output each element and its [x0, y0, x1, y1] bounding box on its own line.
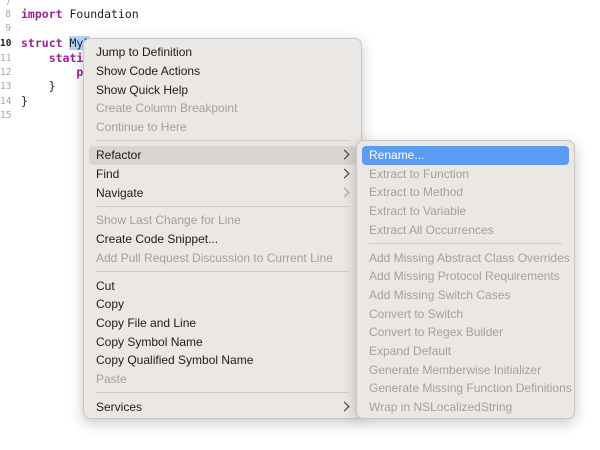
menu-item-navigate[interactable]: Navigate [89, 184, 356, 203]
menu-item-copy-symbol-name[interactable]: Copy Symbol Name [89, 333, 356, 352]
code-text: pr [21, 65, 90, 79]
submenu-item-expand-default[interactable]: Expand Default [362, 342, 569, 361]
menu-item-find[interactable]: Find [89, 165, 356, 184]
submenu-item-rename[interactable]: Rename... [362, 146, 569, 165]
menu-item-show-last-change[interactable]: Show Last Change for Line [89, 211, 356, 230]
menu-separator [369, 243, 562, 244]
submenu-item-add-missing-switch[interactable]: Add Missing Switch Cases [362, 286, 569, 305]
submenu-item-extract-to-variable[interactable]: Extract to Variable [362, 202, 569, 221]
menu-item-create-column-breakpoint[interactable]: Create Column Breakpoint [89, 99, 356, 118]
menu-item-cut[interactable]: Cut [89, 277, 356, 296]
menu-separator [96, 392, 349, 393]
menu-item-create-code-snippet[interactable]: Create Code Snippet... [89, 230, 356, 249]
menu-item-copy-file-and-line[interactable]: Copy File and Line [89, 314, 356, 333]
code-text: } [21, 79, 56, 93]
line-number: 14 [0, 96, 12, 107]
submenu-item-wrap-in-nslocalized[interactable]: Wrap in NSLocalizedString [362, 398, 569, 417]
menu-separator [96, 271, 349, 272]
menu-separator [96, 206, 349, 207]
submenu-item-generate-missing-functions[interactable]: Generate Missing Function Definitions [362, 379, 572, 398]
chevron-right-icon [339, 149, 350, 160]
code-text: struct MyF [21, 36, 91, 50]
menu-item-jump-to-definition[interactable]: Jump to Definition [89, 43, 356, 62]
line-number-current: 10 [0, 38, 12, 49]
chevron-right-icon [339, 168, 350, 179]
refactor-submenu: Rename... Extract to Function Extract to… [356, 140, 575, 419]
menu-item-continue-to-here[interactable]: Continue to Here [89, 118, 356, 137]
submenu-item-generate-memberwise[interactable]: Generate Memberwise Initializer [362, 361, 569, 380]
menu-item-add-pull-request-discussion[interactable]: Add Pull Request Discussion to Current L… [89, 249, 356, 268]
menu-item-show-quick-help[interactable]: Show Quick Help [89, 81, 356, 100]
menu-item-services[interactable]: Services [89, 398, 356, 417]
menu-item-refactor[interactable]: Refactor [89, 146, 356, 165]
chevron-right-icon [339, 187, 350, 198]
code-text: } [21, 94, 28, 108]
submenu-item-convert-to-switch[interactable]: Convert to Switch [362, 305, 569, 324]
line-number: 13 [0, 81, 12, 92]
menu-item-copy-qualified-symbol-name[interactable]: Copy Qualified Symbol Name [89, 351, 356, 370]
submenu-item-convert-to-regex[interactable]: Convert to Regex Builder [362, 323, 569, 342]
line-number: 15 [0, 110, 12, 121]
code-text: import Foundation [21, 7, 139, 21]
menu-separator [96, 140, 349, 141]
submenu-item-extract-all-occurrences[interactable]: Extract All Occurrences [362, 221, 569, 240]
submenu-item-extract-to-method[interactable]: Extract to Method [362, 183, 569, 202]
submenu-item-add-missing-abstract[interactable]: Add Missing Abstract Class Overrides [362, 249, 570, 268]
menu-item-copy[interactable]: Copy [89, 295, 356, 314]
context-menu: Jump to Definition Show Code Actions Sho… [83, 38, 362, 419]
menu-item-show-code-actions[interactable]: Show Code Actions [89, 62, 356, 81]
code-text: static [48, 51, 91, 65]
line-number: 8 [5, 9, 11, 20]
submenu-item-extract-to-function[interactable]: Extract to Function [362, 165, 569, 184]
line-number: 9 [5, 23, 11, 34]
menu-item-paste[interactable]: Paste [89, 370, 356, 389]
line-number: 11 [0, 53, 12, 64]
submenu-item-add-missing-protocol[interactable]: Add Missing Protocol Requirements [362, 267, 569, 286]
chevron-right-icon [339, 401, 350, 412]
line-number: 12 [0, 67, 12, 78]
